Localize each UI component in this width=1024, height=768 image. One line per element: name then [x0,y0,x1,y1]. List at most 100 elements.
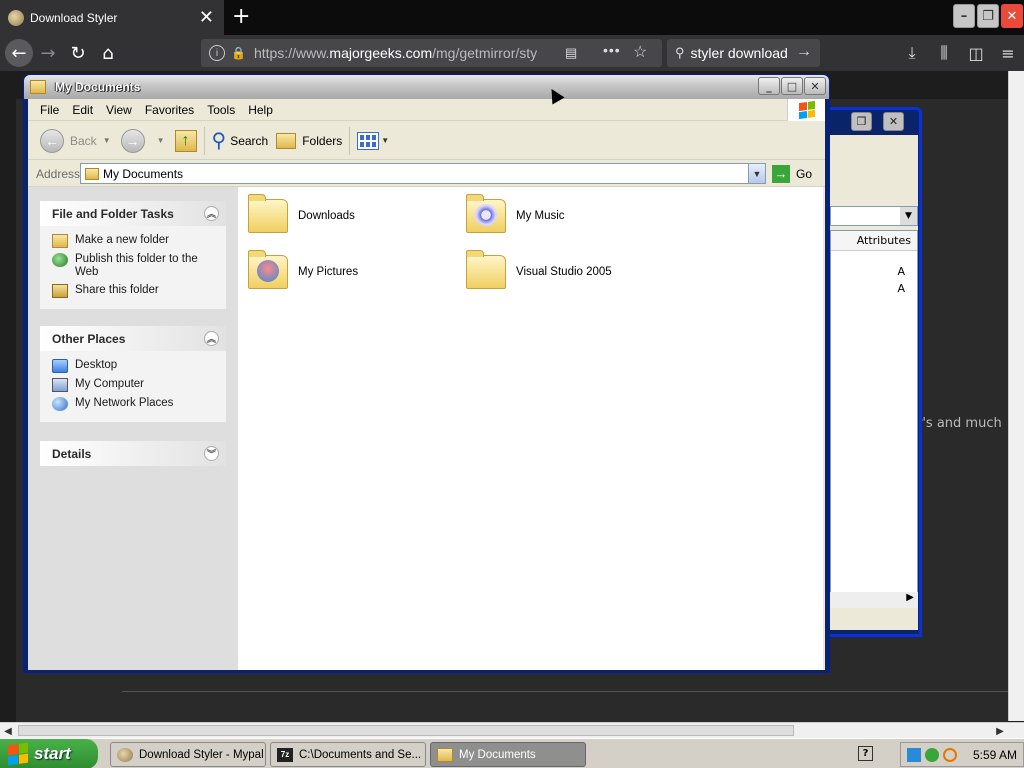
search-icon: ⚲ [675,45,685,60]
scroll-right-arrow-icon[interactable]: ▶ [906,592,914,603]
menu-view[interactable]: View [102,103,141,117]
reader-view-icon[interactable]: ▤ [565,45,577,61]
publish-folder-link[interactable]: Publish this folder to the Web [52,253,218,279]
page-vertical-scrollbar[interactable] [1008,71,1024,721]
my-network-places-link[interactable]: My Network Places [52,397,218,411]
bg-close-button[interactable]: ✕ [883,112,904,131]
window-title-bar[interactable]: My Documents _ □ ✕ [24,75,829,99]
bg-combo-box[interactable]: ▼ [830,206,918,226]
close-tab-icon[interactable]: ✕ [199,8,214,26]
home-icon[interactable]: ⌂ [93,38,123,68]
back-arrow-icon[interactable]: ← [5,39,33,67]
sidebar-icon[interactable]: ◫ [960,44,992,63]
search-go-arrow-icon[interactable]: → [796,43,812,61]
attributes-column-header[interactable]: Attributes [831,231,917,251]
taskbar-item-7zip[interactable]: 7z C:\Documents and Se... [270,742,426,767]
reload-icon[interactable]: ↻ [63,38,93,68]
menu-icon[interactable]: ≡ [992,44,1024,63]
restore-button[interactable]: ❐ [977,4,999,28]
start-button[interactable]: start [0,739,98,768]
music-folder-icon [466,194,506,233]
close-button[interactable]: ✕ [804,77,826,95]
menu-tools[interactable]: Tools [203,103,244,117]
taskbar: start Download Styler - Mypal 7z C:\Docu… [0,738,1024,768]
panel-header[interactable]: Other Places ︽ [40,326,226,351]
task-label: C:\Documents and Se... [299,748,422,761]
taskbar-item-browser[interactable]: Download Styler - Mypal [110,742,266,767]
forward-button[interactable]: → [117,126,155,156]
bg-restore-button[interactable]: ❐ [851,112,872,131]
list-item[interactable]: A [831,280,917,297]
address-value[interactable]: My Documents [103,167,183,181]
tray-search-icon[interactable] [943,747,957,762]
go-button[interactable]: → Go [772,163,812,184]
downloads-icon[interactable]: ⤓ [896,43,928,63]
place-label: Desktop [75,359,118,371]
share-folder-link[interactable]: Share this folder [52,284,218,298]
page-horizontal-scrollbar[interactable]: ◀ ▶ [0,722,1024,738]
panel-header[interactable]: Details ︾ [40,441,226,466]
panel-title: Other Places [52,331,126,346]
bookmark-star-icon[interactable]: ☆ [633,42,647,62]
bg-horizontal-scrollbar[interactable]: ▶ [830,592,918,608]
address-field[interactable]: My Documents ▼ [80,163,766,184]
scrollbar-thumb[interactable] [18,725,794,736]
browser-search-bar[interactable]: ⚲ styler download → [667,39,820,67]
chevron-down-icon[interactable]: ▼ [103,136,111,145]
folder-item[interactable]: Downloads [248,194,355,233]
list-item[interactable]: A [831,263,917,280]
url-text[interactable]: https://www.majorgeeks.com/mg/getmirror/… [254,45,542,61]
menu-favorites[interactable]: Favorites [141,103,203,117]
chevron-down-icon[interactable]: ▼ [748,164,765,183]
browser-window-controls: – ❐ ✕ [952,0,1024,30]
background-window[interactable]: ❐ ✕ ▼ Attributes A A ▶ [820,107,922,637]
search-button[interactable]: ⚲ Search [208,126,273,156]
clock[interactable]: 5:59 AM [973,748,1017,762]
menu-edit[interactable]: Edit [68,103,102,117]
menu-file[interactable]: File [36,103,68,117]
close-button[interactable]: ✕ [1001,4,1023,28]
folder-item[interactable]: Visual Studio 2005 [466,250,612,289]
tray-app-icon[interactable] [907,747,921,762]
folder-item[interactable]: My Music [466,194,565,233]
help-icon[interactable]: ? [858,746,873,761]
more-actions-icon[interactable]: ••• [603,42,621,58]
search-text[interactable]: styler download [691,45,788,61]
chevron-down-icon[interactable]: ▼ [157,136,165,145]
folder-icon [248,194,288,233]
forward-arrow-icon[interactable]: → [33,38,63,68]
info-icon[interactable]: i [209,45,225,61]
bg-file-list[interactable]: Attributes A A [830,230,918,608]
scroll-right-arrow-icon[interactable]: ▶ [992,723,1008,739]
menu-help[interactable]: Help [244,103,282,117]
minimize-button[interactable]: _ [758,77,780,95]
folder-icon [30,80,46,94]
library-icon[interactable]: ⫼ [928,43,960,63]
url-bar[interactable]: i 🔒 https://www.majorgeeks.com/mg/getmir… [201,39,662,67]
task-label: Share this folder [75,284,159,296]
address-bar: Address My Documents ▼ → Go [28,161,825,187]
taskbar-item-my-documents[interactable]: My Documents [430,742,586,767]
minimize-button[interactable]: – [953,4,975,28]
views-button[interactable]: ▼ [353,126,399,156]
desktop-link[interactable]: Desktop [52,359,218,373]
my-computer-link[interactable]: My Computer [52,378,218,392]
maximize-button[interactable]: □ [781,77,803,95]
back-button[interactable]: ← Back [36,126,101,156]
folders-button[interactable]: Folders [272,126,346,156]
collapse-chevron-icon[interactable]: ︽ [204,206,219,221]
menu-bar: File Edit View Favorites Tools Help [28,99,825,121]
up-folder-button[interactable]: ↑ [171,126,201,156]
new-tab-button[interactable]: + [232,6,250,28]
scroll-left-arrow-icon[interactable]: ◀ [0,723,16,739]
webpage-divider [122,691,1008,692]
make-new-folder-link[interactable]: Make a new folder [52,234,218,248]
folder-item[interactable]: My Pictures [248,250,358,289]
chevron-down-icon[interactable]: ▼ [900,207,917,225]
expand-chevron-icon[interactable]: ︾ [204,446,219,461]
panel-header[interactable]: File and Folder Tasks ︽ [40,201,226,226]
browser-tab[interactable]: Download Styler ✕ [0,0,224,35]
collapse-chevron-icon[interactable]: ︽ [204,331,219,346]
panel-title: Details [52,446,92,461]
tray-network-icon[interactable] [925,747,939,762]
